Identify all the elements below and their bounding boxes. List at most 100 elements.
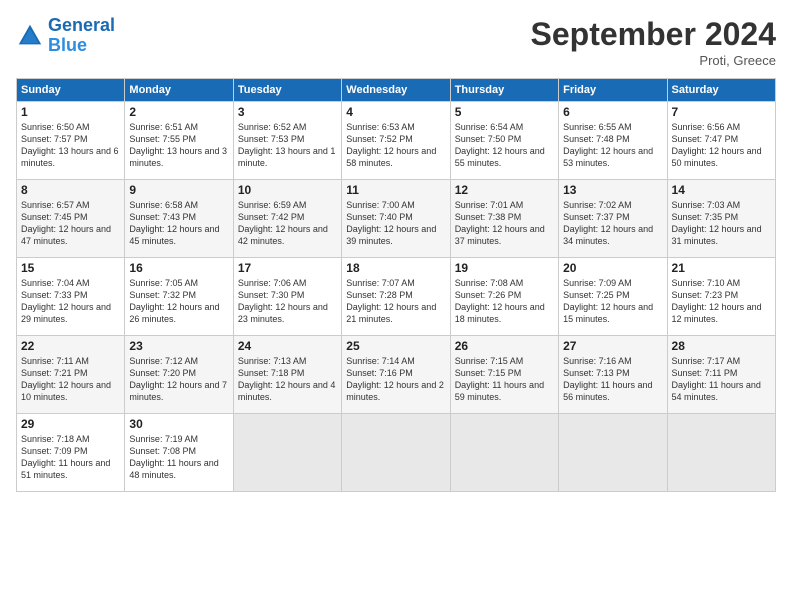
calendar-cell: 23 Sunrise: 7:12 AMSunset: 7:20 PMDayligh… — [125, 336, 233, 414]
calendar-cell: 2Sunrise: 6:51 AMSunset: 7:55 PMDaylight… — [125, 102, 233, 180]
day-number: 3 — [238, 105, 337, 119]
day-info: Sunrise: 7:15 AMSunset: 7:15 PMDaylight:… — [455, 355, 554, 404]
calendar-cell: 10 Sunrise: 6:59 AMSunset: 7:42 PMDayligh… — [233, 180, 341, 258]
calendar-cell: 12 Sunrise: 7:01 AMSunset: 7:38 PMDayligh… — [450, 180, 558, 258]
header: General Blue September 2024 Proti, Greec… — [16, 16, 776, 68]
calendar-cell: 24 Sunrise: 7:13 AMSunset: 7:18 PMDayligh… — [233, 336, 341, 414]
day-number: 1 — [21, 105, 120, 119]
calendar-cell: 6 Sunrise: 6:55 AMSunset: 7:48 PMDaylight… — [559, 102, 667, 180]
calendar-cell — [559, 414, 667, 492]
day-info: Sunrise: 7:04 AMSunset: 7:33 PMDaylight:… — [21, 277, 120, 326]
calendar-cell: 15 Sunrise: 7:04 AMSunset: 7:33 PMDayligh… — [17, 258, 125, 336]
logo-icon — [16, 22, 44, 50]
day-number: 25 — [346, 339, 445, 353]
day-info: Sunrise: 7:00 AMSunset: 7:40 PMDaylight:… — [346, 199, 445, 248]
day-number: 26 — [455, 339, 554, 353]
day-number: 30 — [129, 417, 228, 431]
day-number: 4 — [346, 105, 445, 119]
calendar-cell: 13 Sunrise: 7:02 AMSunset: 7:37 PMDayligh… — [559, 180, 667, 258]
calendar-cell: 21 Sunrise: 7:10 AMSunset: 7:23 PMDayligh… — [667, 258, 775, 336]
day-info: Sunrise: 6:57 AMSunset: 7:45 PMDaylight:… — [21, 199, 120, 248]
day-number: 27 — [563, 339, 662, 353]
day-number: 8 — [21, 183, 120, 197]
day-info: Sunrise: 7:16 AMSunset: 7:13 PMDaylight:… — [563, 355, 662, 404]
day-info: Sunrise: 7:02 AMSunset: 7:37 PMDaylight:… — [563, 199, 662, 248]
calendar-week-1: 8 Sunrise: 6:57 AMSunset: 7:45 PMDaylight… — [17, 180, 776, 258]
logo: General Blue — [16, 16, 115, 56]
calendar-cell: 30 Sunrise: 7:19 AMSunset: 7:08 PMDayligh… — [125, 414, 233, 492]
day-number: 21 — [672, 261, 771, 275]
day-info: Sunrise: 7:09 AMSunset: 7:25 PMDaylight:… — [563, 277, 662, 326]
calendar-cell: 17 Sunrise: 7:06 AMSunset: 7:30 PMDayligh… — [233, 258, 341, 336]
page: General Blue September 2024 Proti, Greec… — [0, 0, 792, 612]
calendar-week-0: 1 Sunrise: 6:50 AMSunset: 7:57 PMDaylight… — [17, 102, 776, 180]
day-info: Sunrise: 7:08 AMSunset: 7:26 PMDaylight:… — [455, 277, 554, 326]
day-info: Sunrise: 6:56 AMSunset: 7:47 PMDaylight:… — [672, 121, 771, 170]
day-info: Sunrise: 7:10 AMSunset: 7:23 PMDaylight:… — [672, 277, 771, 326]
day-info: Sunrise: 6:53 AMSunset: 7:52 PMDaylight:… — [346, 121, 445, 170]
day-number: 22 — [21, 339, 120, 353]
day-info: Sunrise: 7:11 AMSunset: 7:21 PMDaylight:… — [21, 355, 120, 404]
weekday-header-tuesday: Tuesday — [233, 79, 341, 102]
day-number: 13 — [563, 183, 662, 197]
calendar-cell: 8 Sunrise: 6:57 AMSunset: 7:45 PMDaylight… — [17, 180, 125, 258]
day-info: Sunrise: 7:19 AMSunset: 7:08 PMDaylight:… — [129, 433, 228, 482]
calendar-cell: 22 Sunrise: 7:11 AMSunset: 7:21 PMDayligh… — [17, 336, 125, 414]
calendar-week-2: 15 Sunrise: 7:04 AMSunset: 7:33 PMDayligh… — [17, 258, 776, 336]
day-info: Sunrise: 7:13 AMSunset: 7:18 PMDaylight:… — [238, 355, 337, 404]
day-number: 24 — [238, 339, 337, 353]
calendar-cell — [450, 414, 558, 492]
day-number: 28 — [672, 339, 771, 353]
day-info: Sunrise: 6:59 AMSunset: 7:42 PMDaylight:… — [238, 199, 337, 248]
weekday-header-wednesday: Wednesday — [342, 79, 450, 102]
calendar-cell: 11 Sunrise: 7:00 AMSunset: 7:40 PMDayligh… — [342, 180, 450, 258]
day-number: 10 — [238, 183, 337, 197]
calendar-cell: 19 Sunrise: 7:08 AMSunset: 7:26 PMDayligh… — [450, 258, 558, 336]
day-info: Sunrise: 6:54 AMSunset: 7:50 PMDaylight:… — [455, 121, 554, 170]
day-info: Sunrise: 6:55 AMSunset: 7:48 PMDaylight:… — [563, 121, 662, 170]
calendar-cell: 18Sunrise: 7:07 AMSunset: 7:28 PMDayligh… — [342, 258, 450, 336]
location: Proti, Greece — [531, 53, 776, 68]
day-info: Sunrise: 7:01 AMSunset: 7:38 PMDaylight:… — [455, 199, 554, 248]
day-number: 18 — [346, 261, 445, 275]
day-info: Sunrise: 6:52 AMSunset: 7:53 PMDaylight:… — [238, 121, 337, 170]
calendar-cell: 3 Sunrise: 6:52 AMSunset: 7:53 PMDaylight… — [233, 102, 341, 180]
weekday-header-thursday: Thursday — [450, 79, 558, 102]
day-info: Sunrise: 7:12 AMSunset: 7:20 PMDaylight:… — [129, 355, 228, 404]
day-number: 15 — [21, 261, 120, 275]
day-number: 6 — [563, 105, 662, 119]
weekday-header-saturday: Saturday — [667, 79, 775, 102]
day-number: 12 — [455, 183, 554, 197]
calendar-cell — [342, 414, 450, 492]
day-number: 7 — [672, 105, 771, 119]
calendar-cell: 27 Sunrise: 7:16 AMSunset: 7:13 PMDayligh… — [559, 336, 667, 414]
day-info: Sunrise: 7:18 AMSunset: 7:09 PMDaylight:… — [21, 433, 120, 482]
calendar-cell: 29 Sunrise: 7:18 AMSunset: 7:09 PMDayligh… — [17, 414, 125, 492]
calendar-cell: 20 Sunrise: 7:09 AMSunset: 7:25 PMDayligh… — [559, 258, 667, 336]
logo-text: General Blue — [48, 16, 115, 56]
day-number: 29 — [21, 417, 120, 431]
calendar-week-4: 29 Sunrise: 7:18 AMSunset: 7:09 PMDayligh… — [17, 414, 776, 492]
day-number: 16 — [129, 261, 228, 275]
weekday-header-friday: Friday — [559, 79, 667, 102]
calendar-cell: 1 Sunrise: 6:50 AMSunset: 7:57 PMDaylight… — [17, 102, 125, 180]
day-number: 19 — [455, 261, 554, 275]
calendar-cell: 16Sunrise: 7:05 AMSunset: 7:32 PMDayligh… — [125, 258, 233, 336]
day-number: 5 — [455, 105, 554, 119]
calendar: SundayMondayTuesdayWednesdayThursdayFrid… — [16, 78, 776, 492]
calendar-cell: 25Sunrise: 7:14 AMSunset: 7:16 PMDayligh… — [342, 336, 450, 414]
day-number: 17 — [238, 261, 337, 275]
day-info: Sunrise: 6:58 AMSunset: 7:43 PMDaylight:… — [129, 199, 228, 248]
day-number: 14 — [672, 183, 771, 197]
calendar-cell: 14Sunrise: 7:03 AMSunset: 7:35 PMDayligh… — [667, 180, 775, 258]
title-block: September 2024 Proti, Greece — [531, 16, 776, 68]
calendar-cell: 28 Sunrise: 7:17 AMSunset: 7:11 PMDayligh… — [667, 336, 775, 414]
day-number: 23 — [129, 339, 228, 353]
day-info: Sunrise: 7:17 AMSunset: 7:11 PMDaylight:… — [672, 355, 771, 404]
day-info: Sunrise: 7:06 AMSunset: 7:30 PMDaylight:… — [238, 277, 337, 326]
day-info: Sunrise: 6:50 AMSunset: 7:57 PMDaylight:… — [21, 121, 120, 170]
day-number: 20 — [563, 261, 662, 275]
weekday-header-sunday: Sunday — [17, 79, 125, 102]
calendar-cell: 9Sunrise: 6:58 AMSunset: 7:43 PMDaylight… — [125, 180, 233, 258]
day-number: 11 — [346, 183, 445, 197]
